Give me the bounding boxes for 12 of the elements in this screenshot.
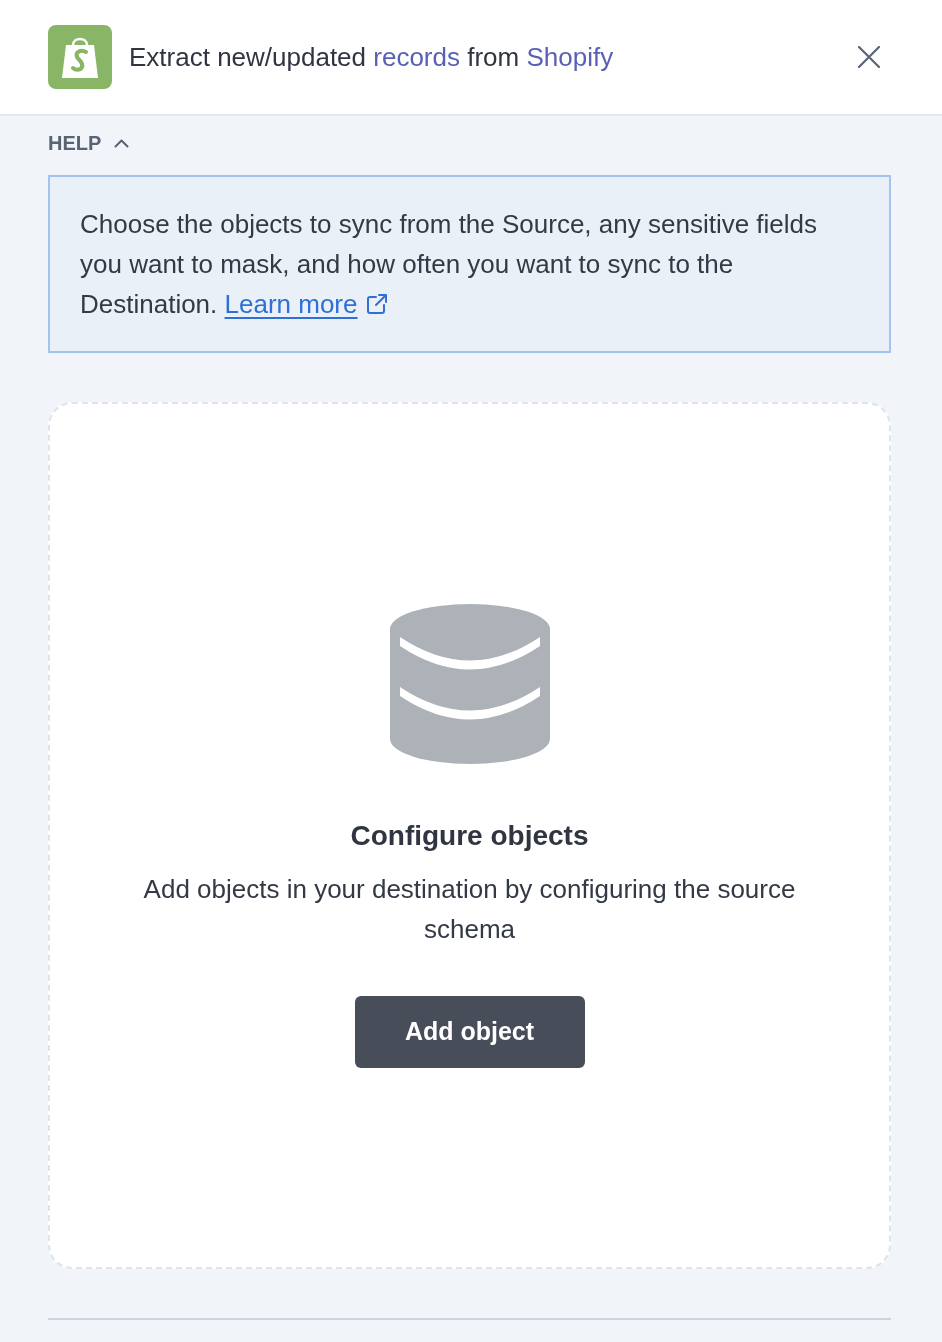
chevron-up-icon [114,138,130,148]
close-icon[interactable] [858,46,880,68]
add-object-button[interactable]: Add object [354,995,585,1068]
empty-state-description: Add objects in your destination by configuring the source schema [142,872,797,946]
database-icon [389,603,550,764]
shopping-bag-logo-icon [48,25,112,89]
learn-more-link[interactable]: Learn more [224,284,388,324]
empty-state-title: Configure objects [350,818,589,853]
help-text: Choose the objects to sync from the Source, any sensitive fields you want to mask, and how often you want to sync to the Destination. Learn more [80,204,850,324]
external-link-icon[interactable] [365,293,388,315]
help-toggle[interactable]: HELP [48,131,130,155]
dialog-title: Extract new/updated records from Shopify [129,40,614,74]
